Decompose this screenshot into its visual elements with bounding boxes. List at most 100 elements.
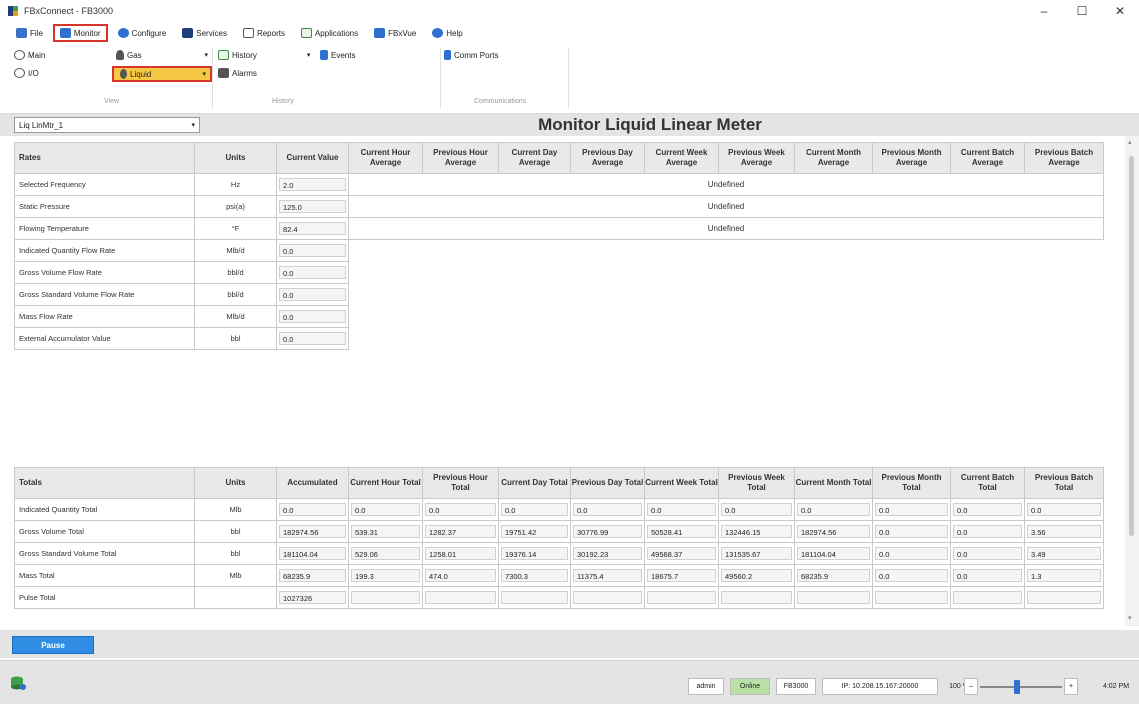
total-value: 1.3	[1027, 569, 1101, 582]
maximize-button[interactable]: ☐	[1063, 0, 1101, 22]
menu-reports-label: Reports	[256, 28, 285, 38]
rate-unit: psi(a)	[194, 195, 277, 218]
folder-icon	[16, 28, 27, 38]
menu-file-label: File	[30, 28, 43, 38]
total-header: Current Batch Total	[950, 467, 1025, 499]
comm-port-icon	[444, 50, 451, 60]
ribbon-gas-label: Gas	[127, 50, 142, 60]
total-value: 68235.9	[797, 569, 870, 582]
rate-value: 0.0	[279, 244, 346, 257]
fbxvue-icon	[374, 28, 386, 38]
menu-services-label: Services	[196, 28, 227, 38]
totals-header: Totals	[14, 467, 195, 499]
total-value: 0.0	[797, 503, 870, 516]
table-row: Undefined	[348, 217, 1104, 240]
total-value: 30192.23	[573, 547, 642, 560]
total-header: Previous Batch Total	[1024, 467, 1104, 499]
avg-header: Previous Day Average	[570, 142, 645, 174]
menu-help[interactable]: Help	[426, 24, 468, 42]
scroll-down-icon[interactable]: ▾	[1128, 614, 1132, 622]
total-value: 0.0	[351, 503, 420, 516]
ribbon-group-view: View	[104, 98, 120, 105]
total-value: 1282.37	[425, 525, 496, 538]
total-header: Previous Hour Total	[422, 467, 499, 499]
zoom-slider-thumb[interactable]	[1014, 680, 1020, 694]
minimize-button[interactable]: –	[1025, 0, 1063, 22]
total-header: Previous Day Total	[570, 467, 645, 499]
ribbon-divider	[568, 48, 569, 108]
vertical-scrollbar[interactable]: ▴ ▾	[1125, 136, 1139, 626]
total-name: Gross Standard Volume Total	[14, 542, 195, 565]
close-button[interactable]: ✕	[1101, 0, 1139, 22]
average-undefined: Undefined	[348, 173, 1104, 196]
zoom-in-button[interactable]: +	[1064, 678, 1078, 695]
average-undefined: Undefined	[348, 217, 1104, 240]
zoom-out-button[interactable]: –	[964, 678, 978, 695]
table-row: Indicated Quantity Flow Rate Mlb/d 0.0	[14, 239, 349, 262]
menu-reports[interactable]: Reports	[237, 24, 291, 42]
scroll-up-icon[interactable]: ▴	[1128, 138, 1132, 146]
total-unit: bbl	[194, 542, 277, 565]
menu-applications[interactable]: Applications	[295, 24, 364, 42]
rates-header: Rates	[14, 142, 195, 174]
table-row: Gross Volume Total bbl 182974.56 539.31 …	[14, 520, 1104, 543]
rate-name: Gross Standard Volume Flow Rate	[14, 283, 195, 306]
gas-flame-icon	[116, 50, 124, 60]
ribbon-liquid-selected[interactable]: Liquid ▾	[112, 66, 212, 82]
total-value	[425, 591, 496, 604]
menu-fbxvue-label: FBxVue	[388, 28, 417, 38]
status-time: 4:02 PM	[1102, 683, 1130, 690]
zoom-slider-track[interactable]	[980, 686, 1062, 688]
status-device: FB3000	[776, 678, 816, 695]
rate-value: 82.4	[279, 222, 346, 235]
ribbon-comm-ports[interactable]: Comm Ports	[444, 48, 498, 62]
pause-button[interactable]: Pause	[12, 636, 94, 654]
ribbon-io[interactable]: I/O	[14, 66, 39, 80]
total-value: 1027326	[279, 591, 346, 604]
total-name: Indicated Quantity Total	[14, 498, 195, 521]
ribbon-alarms-label: Alarms	[232, 68, 257, 78]
menu-configure[interactable]: Configure	[112, 24, 173, 42]
database-icon	[11, 676, 26, 690]
avg-header: Current Batch Average	[950, 142, 1025, 174]
menu-configure-label: Configure	[131, 28, 167, 38]
meter-select-dropdown[interactable]: Liq LinMtr_1 ▾	[14, 117, 200, 133]
ribbon-events[interactable]: Events	[320, 48, 355, 62]
rate-name: Gross Volume Flow Rate	[14, 261, 195, 284]
menu-file[interactable]: File	[10, 24, 49, 42]
total-value: 0.0	[1027, 503, 1101, 516]
total-header: Previous Week Total	[718, 467, 795, 499]
rate-unit: Hz	[194, 173, 277, 196]
rate-name: Static Pressure	[14, 195, 195, 218]
status-connection: Online	[730, 678, 770, 695]
ribbon-events-label: Events	[331, 50, 356, 60]
total-value: 199.3	[351, 569, 420, 582]
scrollbar-thumb[interactable]	[1129, 156, 1134, 536]
ribbon-main[interactable]: Main	[14, 48, 45, 62]
avg-header: Current Week Average	[644, 142, 719, 174]
ribbon-history[interactable]: History ▾	[218, 48, 314, 62]
rate-unit: bbl/d	[194, 283, 277, 306]
total-value: 19376.14	[501, 547, 568, 560]
total-value: 0.0	[953, 525, 1022, 538]
menu-fbxvue[interactable]: FBxVue	[368, 24, 422, 42]
total-value: 68235.9	[279, 569, 346, 582]
ribbon-gas[interactable]: Gas ▾	[116, 48, 212, 62]
total-unit: Mlb	[194, 564, 277, 587]
table-row: Gross Standard Volume Flow Rate bbl/d 0.…	[14, 283, 349, 306]
total-value: 3.49	[1027, 547, 1101, 560]
menu-monitor[interactable]: Monitor	[52, 24, 108, 42]
rate-value: 2.0	[279, 178, 346, 191]
total-unit: bbl	[194, 520, 277, 543]
liquid-drop-icon	[120, 69, 127, 79]
rate-name: Flowing Temperature	[14, 217, 195, 240]
total-name: Mass Total	[14, 564, 195, 587]
help-icon	[432, 28, 444, 38]
total-value: 0.0	[953, 547, 1022, 560]
rate-value: 0.0	[279, 332, 346, 345]
total-value: 50528.41	[647, 525, 716, 538]
menu-services[interactable]: Services	[176, 24, 233, 42]
total-value: 3.56	[1027, 525, 1101, 538]
ribbon-liquid-label: Liquid	[130, 69, 152, 79]
ribbon-alarms[interactable]: Alarms	[218, 66, 257, 80]
